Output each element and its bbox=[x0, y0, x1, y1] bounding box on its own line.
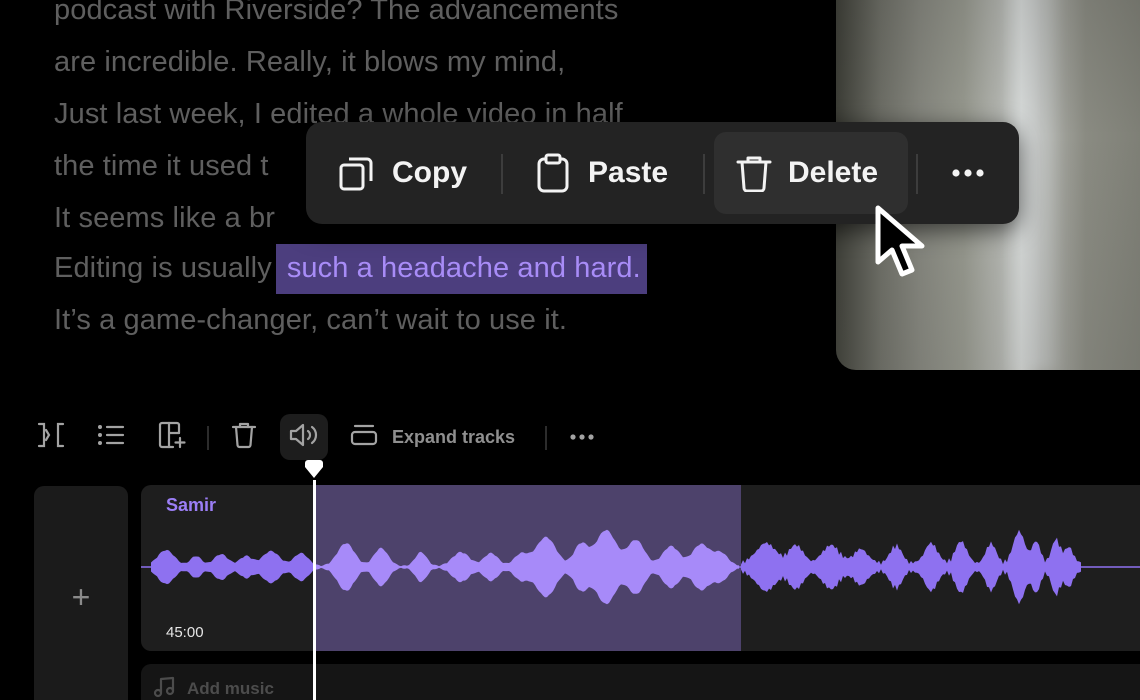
paste-button[interactable]: Paste bbox=[534, 132, 668, 214]
playhead-handle[interactable] bbox=[303, 460, 325, 480]
copy-button[interactable]: Copy bbox=[338, 132, 473, 214]
menu-divider bbox=[703, 154, 705, 194]
plus-icon: + bbox=[71, 578, 91, 615]
delete-clip-button[interactable] bbox=[227, 414, 261, 460]
ellipsis-icon bbox=[951, 168, 985, 178]
trash-icon bbox=[231, 421, 257, 454]
volume-icon bbox=[289, 423, 319, 452]
waveform-segment bbox=[151, 549, 313, 585]
more-options-button[interactable] bbox=[946, 132, 990, 214]
track-duration: 45:00 bbox=[166, 624, 204, 641]
music-note-icon bbox=[153, 676, 177, 700]
delete-label: Delete bbox=[788, 156, 879, 189]
more-toolbar-button[interactable] bbox=[565, 414, 599, 460]
toolbar-divider bbox=[207, 426, 209, 450]
transcript-line[interactable]: podcast with Riverside? The advancements bbox=[54, 0, 618, 36]
add-track-button[interactable]: + bbox=[34, 486, 128, 700]
transcript-text[interactable]: Editing is usually bbox=[54, 252, 272, 284]
menu-divider bbox=[916, 154, 918, 194]
stack-icon bbox=[350, 424, 378, 451]
waveform-selected-segment bbox=[315, 529, 739, 605]
toolbar-divider bbox=[545, 426, 547, 450]
delete-button[interactable]: Delete bbox=[714, 132, 908, 214]
waveform-segment bbox=[741, 529, 1081, 605]
add-layout-button[interactable] bbox=[155, 414, 189, 460]
track-speaker-name: Samir bbox=[166, 495, 217, 515]
add-music-button[interactable]: Add music bbox=[141, 664, 1140, 700]
mouse-cursor-icon bbox=[872, 204, 938, 282]
ellipsis-icon bbox=[569, 428, 595, 446]
paste-label: Paste bbox=[588, 156, 669, 189]
selected-text-highlight[interactable]: such a headache and hard. bbox=[275, 244, 647, 294]
audio-track[interactable]: Samir 45:00 bbox=[141, 485, 1140, 651]
trash-icon bbox=[736, 154, 772, 192]
waveform[interactable] bbox=[141, 485, 1140, 651]
list-icon bbox=[97, 424, 125, 451]
transcript-line[interactable]: It seems like a br bbox=[54, 192, 275, 244]
transcript-line[interactable]: are incredible. Really, it blows my mind… bbox=[54, 36, 565, 88]
menu-divider bbox=[501, 154, 503, 194]
add-music-label: Add music bbox=[187, 679, 274, 698]
copy-label: Copy bbox=[392, 156, 467, 189]
list-button[interactable] bbox=[94, 414, 128, 460]
playhead[interactable] bbox=[313, 480, 316, 700]
transcript-line[interactable]: Editing is usually such a headache and ha… bbox=[54, 242, 647, 294]
split-icon bbox=[36, 422, 66, 453]
expand-tracks-button[interactable]: Expand tracks bbox=[350, 414, 530, 460]
volume-button[interactable] bbox=[280, 414, 328, 460]
transcript-line[interactable]: the time it used t bbox=[54, 140, 269, 192]
layout-add-icon bbox=[157, 421, 187, 454]
clipboard-icon bbox=[534, 153, 572, 193]
split-button[interactable] bbox=[34, 414, 68, 460]
copy-icon bbox=[338, 154, 376, 192]
expand-tracks-label: Expand tracks bbox=[392, 426, 516, 447]
transcript-line[interactable]: It’s a game-changer, can’t wait to use i… bbox=[54, 294, 567, 346]
